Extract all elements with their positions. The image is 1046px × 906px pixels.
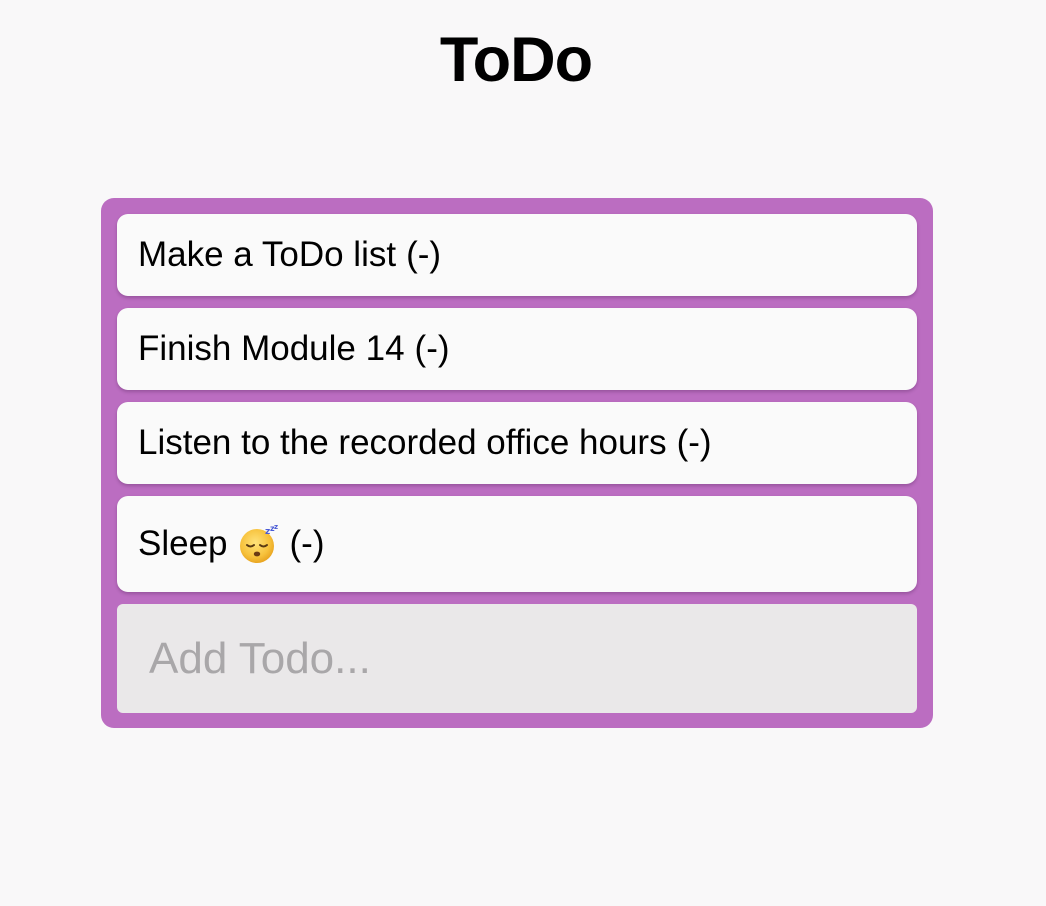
sleeping-face-icon: z z z [238,524,280,564]
todo-item-text: Make a ToDo list [138,235,397,274]
todo-item-finish-module[interactable]: Finish Module 14 (-) [117,308,917,390]
todo-remove-button[interactable]: (-) [415,329,450,369]
todo-item-office-hours[interactable]: Listen to the recorded office hours (-) [117,402,917,484]
add-todo-input[interactable] [117,604,917,713]
todo-remove-button[interactable]: (-) [290,524,325,564]
todo-remove-button[interactable]: (-) [677,423,712,463]
svg-text:z: z [274,524,278,531]
todo-item-make-todo-list[interactable]: Make a ToDo list (-) [117,214,917,296]
todo-list-panel: Make a ToDo list (-) Finish Module 14 (-… [101,198,933,728]
page-title: ToDo [439,25,593,95]
todo-item-text: Listen to the recorded office hours [138,423,667,462]
todo-remove-button[interactable]: (-) [406,235,441,275]
todo-item-text: Finish Module 14 [138,329,405,368]
todo-item-text: Sleep [138,524,228,563]
todo-item-sleep[interactable]: Sleep z z z (-) [117,496,917,592]
